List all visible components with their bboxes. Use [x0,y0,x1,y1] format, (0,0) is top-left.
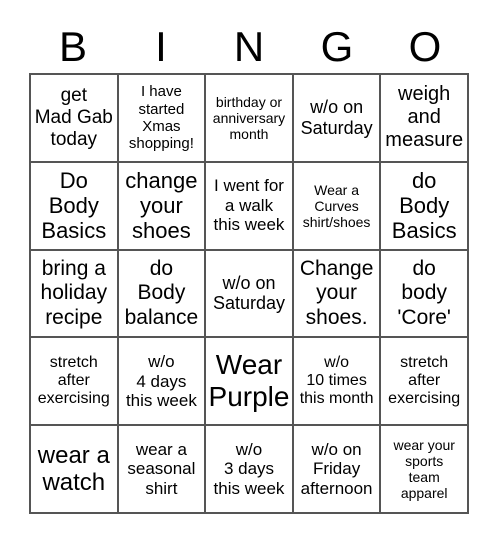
bingo-cell[interactable]: do body 'Core' [380,249,468,338]
bingo-cell[interactable]: Do Body Basics [30,161,118,250]
bingo-grid: get Mad Gab today I have started Xmas sho… [29,73,469,514]
header-letter-n: N [233,23,265,70]
bingo-cell[interactable]: do Body balance [117,249,206,338]
header-letter-g: G [320,23,354,70]
header-letter-o: O [408,23,442,70]
bingo-cell[interactable]: Wear Purple [205,337,293,426]
bingo-cell[interactable]: weigh and measure [380,74,468,162]
bingo-cell[interactable]: stretch after exercising [380,337,468,426]
bingo-cell[interactable]: w/o on Saturday [292,74,381,162]
bingo-cell[interactable]: I went for a walk this week [205,161,293,250]
bingo-cell[interactable]: w/o 4 days this week [117,337,206,426]
bingo-cell[interactable]: w/o on Friday afternoon [292,425,381,513]
bingo-cell[interactable]: Wear a Curves shirt/shoes [292,161,381,250]
bingo-cell[interactable]: birthday or anniversary month [205,74,293,162]
bingo-cell[interactable]: bring a holiday recipe [30,249,118,338]
bingo-cell[interactable]: wear a seasonal shirt [117,425,206,513]
bingo-cell[interactable]: w/o 10 times this month [292,337,381,426]
bingo-cell[interactable]: wear your sports team apparel [380,425,468,513]
bingo-cell[interactable]: Change your shoes. [292,249,381,338]
bingo-cell[interactable]: w/o 3 days this week [205,425,293,513]
header-letter-i: I [155,23,167,70]
bingo-cell[interactable]: w/o on Saturday [205,249,293,338]
header-letter-b: B [58,23,87,70]
bingo-cell[interactable]: I have started Xmas shopping! [117,74,206,162]
bingo-header: B I N G O [29,22,469,72]
bingo-cell[interactable]: change your shoes [117,161,206,250]
bingo-cell[interactable]: do Body Basics [380,161,468,250]
bingo-cell[interactable]: stretch after exercising [30,337,118,426]
bingo-cell[interactable]: wear a watch [30,425,118,513]
bingo-cell[interactable]: get Mad Gab today [30,74,118,162]
